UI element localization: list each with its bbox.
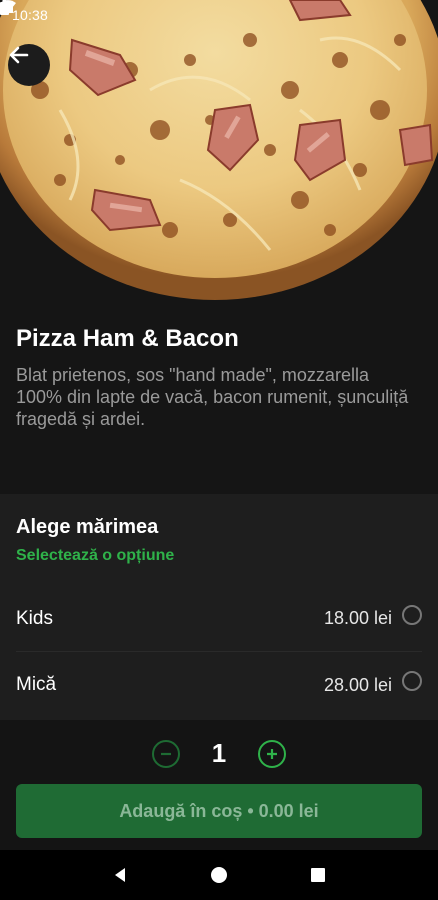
status-time: 10:38 <box>12 7 49 23</box>
size-selector: Alege mărimea Selectează o opțiune Kids … <box>0 494 438 720</box>
quantity-stepper: 1 <box>0 738 438 769</box>
nav-recents-icon[interactable] <box>309 866 327 884</box>
minus-circle-icon[interactable] <box>152 739 180 768</box>
size-title: Alege mărimea <box>16 516 159 538</box>
size-option-price: 28.00 lei <box>323 674 392 695</box>
size-option-label: Mică <box>16 674 57 695</box>
plus-circle-icon[interactable] <box>258 739 286 768</box>
pizza-image: 10:38 <box>0 0 438 310</box>
product-info: Pizza Ham & Bacon Blat prietenos, sos "h… <box>0 310 438 494</box>
nav-back-icon[interactable] <box>111 866 129 884</box>
size-option-kids[interactable]: Kids 18.00 lei <box>16 586 422 652</box>
cart-bar: 1 Adaugă în coș • 0.00 lei <box>0 720 438 850</box>
nav-home-icon[interactable] <box>210 866 228 884</box>
product-title: Pizza Ham & Bacon <box>16 325 239 352</box>
arrow-left-icon <box>9 46 29 64</box>
back-button[interactable] <box>8 44 50 86</box>
size-option-price: 18.00 lei <box>323 608 392 628</box>
product-description: Blat prietenos, sos "hand made", mozzare… <box>16 365 409 429</box>
size-option-label: Kids <box>16 607 53 629</box>
system-nav-bar <box>0 850 438 900</box>
add-to-cart-button[interactable]: Adaugă în coș • 0.00 lei <box>16 784 422 838</box>
pizza-illustration <box>0 0 438 310</box>
product-screen: 10:38 Pizza Ham & Bacon Blat prietenos, … <box>0 0 438 900</box>
radio-button[interactable] <box>402 671 422 691</box>
size-option-mica[interactable]: Mică 28.00 lei <box>16 652 422 718</box>
quantity-value: 1 <box>211 738 227 768</box>
status-bar: 10:38 <box>0 0 438 30</box>
radio-button[interactable] <box>402 604 422 625</box>
battery-icon <box>0 0 9 15</box>
size-subtitle: Selectează o opțiune <box>16 547 175 564</box>
